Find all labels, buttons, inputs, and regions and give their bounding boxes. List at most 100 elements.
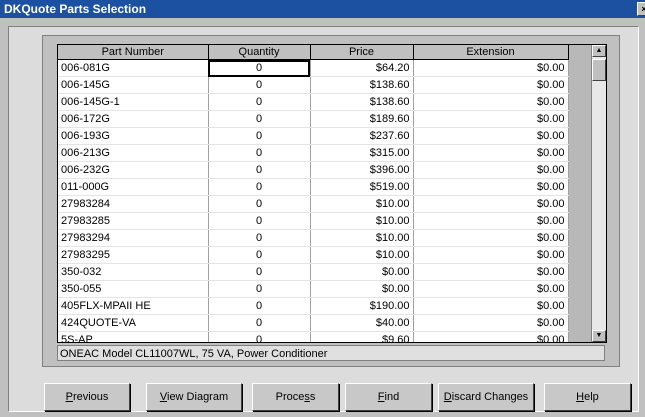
quantity-cell[interactable]: 0: [208, 178, 311, 196]
extension-cell: $0.00: [413, 59, 569, 77]
price-cell: $138.60: [310, 93, 414, 111]
extension-cell: $0.00: [413, 93, 569, 111]
price-cell: $315.00: [310, 144, 414, 162]
quantity-cell[interactable]: 0: [208, 331, 311, 342]
quantity-cell[interactable]: 0: [208, 110, 311, 128]
find-label-post: ind: [384, 391, 400, 403]
help-label-post: elp: [584, 391, 599, 403]
table-row[interactable]: 424QUOTE-VA 0 $40.00 $0.00: [58, 314, 569, 332]
price-cell: $64.20: [310, 59, 414, 77]
table-row[interactable]: 006-172G 0 $189.60 $0.00: [58, 110, 569, 128]
table-row[interactable]: 006-213G 0 $315.00 $0.00: [58, 144, 569, 162]
part-description: ONEAC Model CL11007WL, 75 VA, Power Cond…: [57, 345, 605, 361]
price-cell: $237.60: [310, 127, 414, 145]
previous-button[interactable]: Previous: [44, 383, 130, 411]
quantity-cell[interactable]: 0: [208, 161, 311, 179]
part-number-cell: 405FLX-MPAII HE: [58, 297, 209, 315]
table-row[interactable]: 006-145G-1 0 $138.60 $0.00: [58, 93, 569, 111]
parts-panel: Part Number Quantity Price Extension 006…: [42, 35, 620, 367]
process-button[interactable]: Process: [252, 383, 339, 411]
extension-cell: $0.00: [413, 144, 569, 162]
view-diagram-label-post: iew Diagram: [167, 391, 229, 403]
process-label-post: s: [309, 391, 316, 403]
price-cell: $0.00: [310, 280, 414, 298]
table-row[interactable]: 5S-AP 0 $9.60 $0.00: [58, 331, 569, 342]
part-number-cell: 27983294: [58, 229, 209, 247]
price-cell: $10.00: [310, 246, 414, 264]
quantity-cell[interactable]: 0: [208, 263, 311, 281]
previous-button-label-post: revious: [72, 391, 109, 403]
quantity-cell[interactable]: 0: [208, 314, 311, 332]
part-number-cell: 006-193G: [58, 127, 209, 145]
price-cell: $10.00: [310, 229, 414, 247]
table-row[interactable]: 27983284 0 $10.00 $0.00: [58, 195, 569, 213]
extension-cell: $0.00: [413, 195, 569, 213]
discard-changes-button[interactable]: Discard Changes: [438, 383, 534, 411]
extension-cell: $0.00: [413, 246, 569, 264]
close-icon[interactable]: ×: [637, 2, 645, 16]
extension-cell: $0.00: [413, 331, 569, 342]
extension-cell: $0.00: [413, 178, 569, 196]
discard-label-post: iscard Changes: [451, 391, 529, 403]
part-number-cell: 011-000G: [58, 178, 209, 196]
quantity-cell[interactable]: 0: [208, 127, 311, 145]
part-number-cell: 27983284: [58, 195, 209, 213]
quantity-cell[interactable]: 0: [208, 212, 311, 230]
column-header-price[interactable]: Price: [310, 45, 414, 60]
table-row[interactable]: 27983285 0 $10.00 $0.00: [58, 212, 569, 230]
scroll-thumb[interactable]: [592, 59, 606, 81]
header-row: Part Number Quantity Price Extension: [58, 45, 569, 60]
quantity-cell[interactable]: 0: [208, 93, 311, 111]
column-header-quantity[interactable]: Quantity: [208, 45, 311, 60]
table-row[interactable]: 006-145G 0 $138.60 $0.00: [58, 76, 569, 94]
part-number-cell: 424QUOTE-VA: [58, 314, 209, 332]
quantity-cell[interactable]: 0: [208, 229, 311, 247]
table-row[interactable]: 006-193G 0 $237.60 $0.00: [58, 127, 569, 145]
table-row[interactable]: 006-081G 0 $64.20 $0.00: [58, 59, 569, 77]
extension-cell: $0.00: [413, 127, 569, 145]
price-cell: $10.00: [310, 195, 414, 213]
find-button[interactable]: Find: [345, 383, 432, 411]
table-row[interactable]: 350-032 0 $0.00 $0.00: [58, 263, 569, 281]
extension-cell: $0.00: [413, 161, 569, 179]
quantity-cell[interactable]: 0: [208, 76, 311, 94]
extension-cell: $0.00: [413, 110, 569, 128]
table-row[interactable]: 006-232G 0 $396.00 $0.00: [58, 161, 569, 179]
table-row[interactable]: 011-000G 0 $519.00 $0.00: [58, 178, 569, 196]
help-button[interactable]: Help: [544, 383, 631, 411]
process-label-pre: Proce: [275, 391, 305, 403]
price-cell: $190.00: [310, 297, 414, 315]
column-header-part-number[interactable]: Part Number: [58, 45, 209, 60]
parts-table: Part Number Quantity Price Extension 006…: [58, 45, 569, 342]
part-number-cell: 350-055: [58, 280, 209, 298]
column-header-extension[interactable]: Extension: [413, 45, 569, 60]
scroll-up-icon[interactable]: ▲: [592, 45, 606, 57]
part-number-cell: 006-081G: [58, 59, 209, 77]
quantity-cell[interactable]: 0: [208, 246, 311, 264]
quantity-cell[interactable]: 0: [208, 59, 311, 77]
quantity-cell[interactable]: 0: [208, 297, 311, 315]
quantity-cell[interactable]: 0: [208, 144, 311, 162]
table-row[interactable]: 27983294 0 $10.00 $0.00: [58, 229, 569, 247]
quantity-cell[interactable]: 0: [208, 280, 311, 298]
price-cell: $189.60: [310, 110, 414, 128]
scroll-down-icon[interactable]: ▼: [592, 330, 606, 342]
price-cell: $396.00: [310, 161, 414, 179]
table-row[interactable]: 405FLX-MPAII HE 0 $190.00 $0.00: [58, 297, 569, 315]
quantity-cell[interactable]: 0: [208, 195, 311, 213]
part-number-cell: 006-145G: [58, 76, 209, 94]
price-cell: $138.60: [310, 76, 414, 94]
table-row[interactable]: 27983295 0 $10.00 $0.00: [58, 246, 569, 264]
table-row[interactable]: 350-055 0 $0.00 $0.00: [58, 280, 569, 298]
extension-cell: $0.00: [413, 314, 569, 332]
part-number-cell: 006-232G: [58, 161, 209, 179]
price-cell: $9.60: [310, 331, 414, 342]
view-diagram-button[interactable]: View Diagram: [146, 383, 242, 411]
title-bar: DKQuote Parts Selection ×: [0, 0, 645, 18]
part-number-cell: 5S-AP: [58, 331, 209, 342]
parts-grid[interactable]: Part Number Quantity Price Extension 006…: [57, 44, 607, 343]
vertical-scrollbar[interactable]: ▲ ▼: [591, 45, 606, 342]
part-number-cell: 006-213G: [58, 144, 209, 162]
extension-cell: $0.00: [413, 212, 569, 230]
part-number-cell: 006-145G-1: [58, 93, 209, 111]
